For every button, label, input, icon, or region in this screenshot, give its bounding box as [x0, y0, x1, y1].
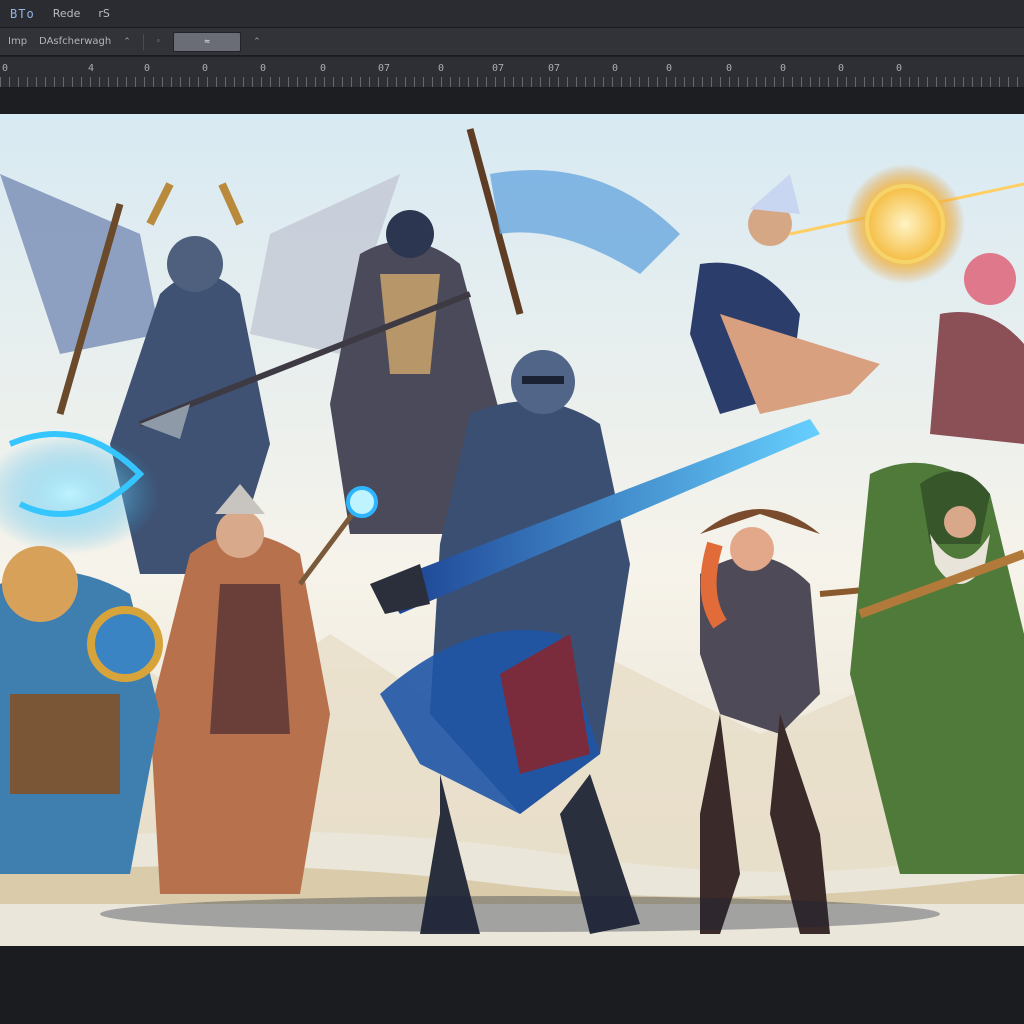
ruler-label: 0 — [202, 63, 209, 74]
ruler-label: 0 — [896, 63, 903, 74]
horizontal-ruler[interactable]: 0 4 0 0 0 0 07 0 07 07 0 0 0 0 0 0 — [0, 57, 1024, 88]
ruler-labels: 0 4 0 0 0 0 07 0 07 07 0 0 0 0 0 0 — [0, 63, 1024, 77]
options-bar: Imp DAsfcherwagh ⌃ ◦ ≈ ⌃ — [0, 28, 1024, 56]
ruler-label: 0 — [780, 63, 787, 74]
document-canvas[interactable] — [0, 114, 1024, 946]
menu-item-1[interactable]: Rede — [53, 7, 81, 20]
ground-shadow — [100, 896, 940, 932]
ruler-ticks — [0, 77, 1024, 87]
value-field[interactable]: ≈ — [173, 31, 242, 52]
toggle-icon[interactable]: ◦ — [156, 37, 161, 47]
ruler-label: 0 — [438, 63, 445, 74]
ruler-label: 07 — [492, 63, 505, 74]
options-label-1[interactable]: Imp — [8, 36, 27, 47]
ruler-label: 0 — [320, 63, 327, 74]
ruler-label: 0 — [260, 63, 267, 74]
menu-bar: BTo Rede rS — [0, 0, 1024, 28]
fantasy-heroes-artwork — [0, 114, 1024, 946]
field-caret-icon[interactable]: ⌃ — [253, 37, 261, 47]
ruler-label: 0 — [144, 63, 151, 74]
ruler-label: 0 — [666, 63, 673, 74]
ruler-label: 0 — [2, 63, 9, 74]
options-label-2[interactable]: DAsfcherwagh — [39, 36, 111, 47]
app-logo: BTo — [10, 6, 35, 21]
menu-item-2[interactable]: rS — [98, 7, 110, 20]
ruler-label: 0 — [838, 63, 845, 74]
ruler-label: 0 — [726, 63, 733, 74]
ruler-label: 4 — [88, 63, 95, 74]
dropdown-caret-icon[interactable]: ⌃ — [123, 37, 131, 47]
ruler-label: 07 — [378, 63, 391, 74]
ruler-label: 07 — [548, 63, 561, 74]
options-divider — [142, 33, 144, 50]
pasteboard-bottom — [0, 946, 1024, 1024]
golden-portal — [845, 164, 965, 284]
workspace — [0, 88, 1024, 1024]
ruler-label: 0 — [612, 63, 619, 74]
